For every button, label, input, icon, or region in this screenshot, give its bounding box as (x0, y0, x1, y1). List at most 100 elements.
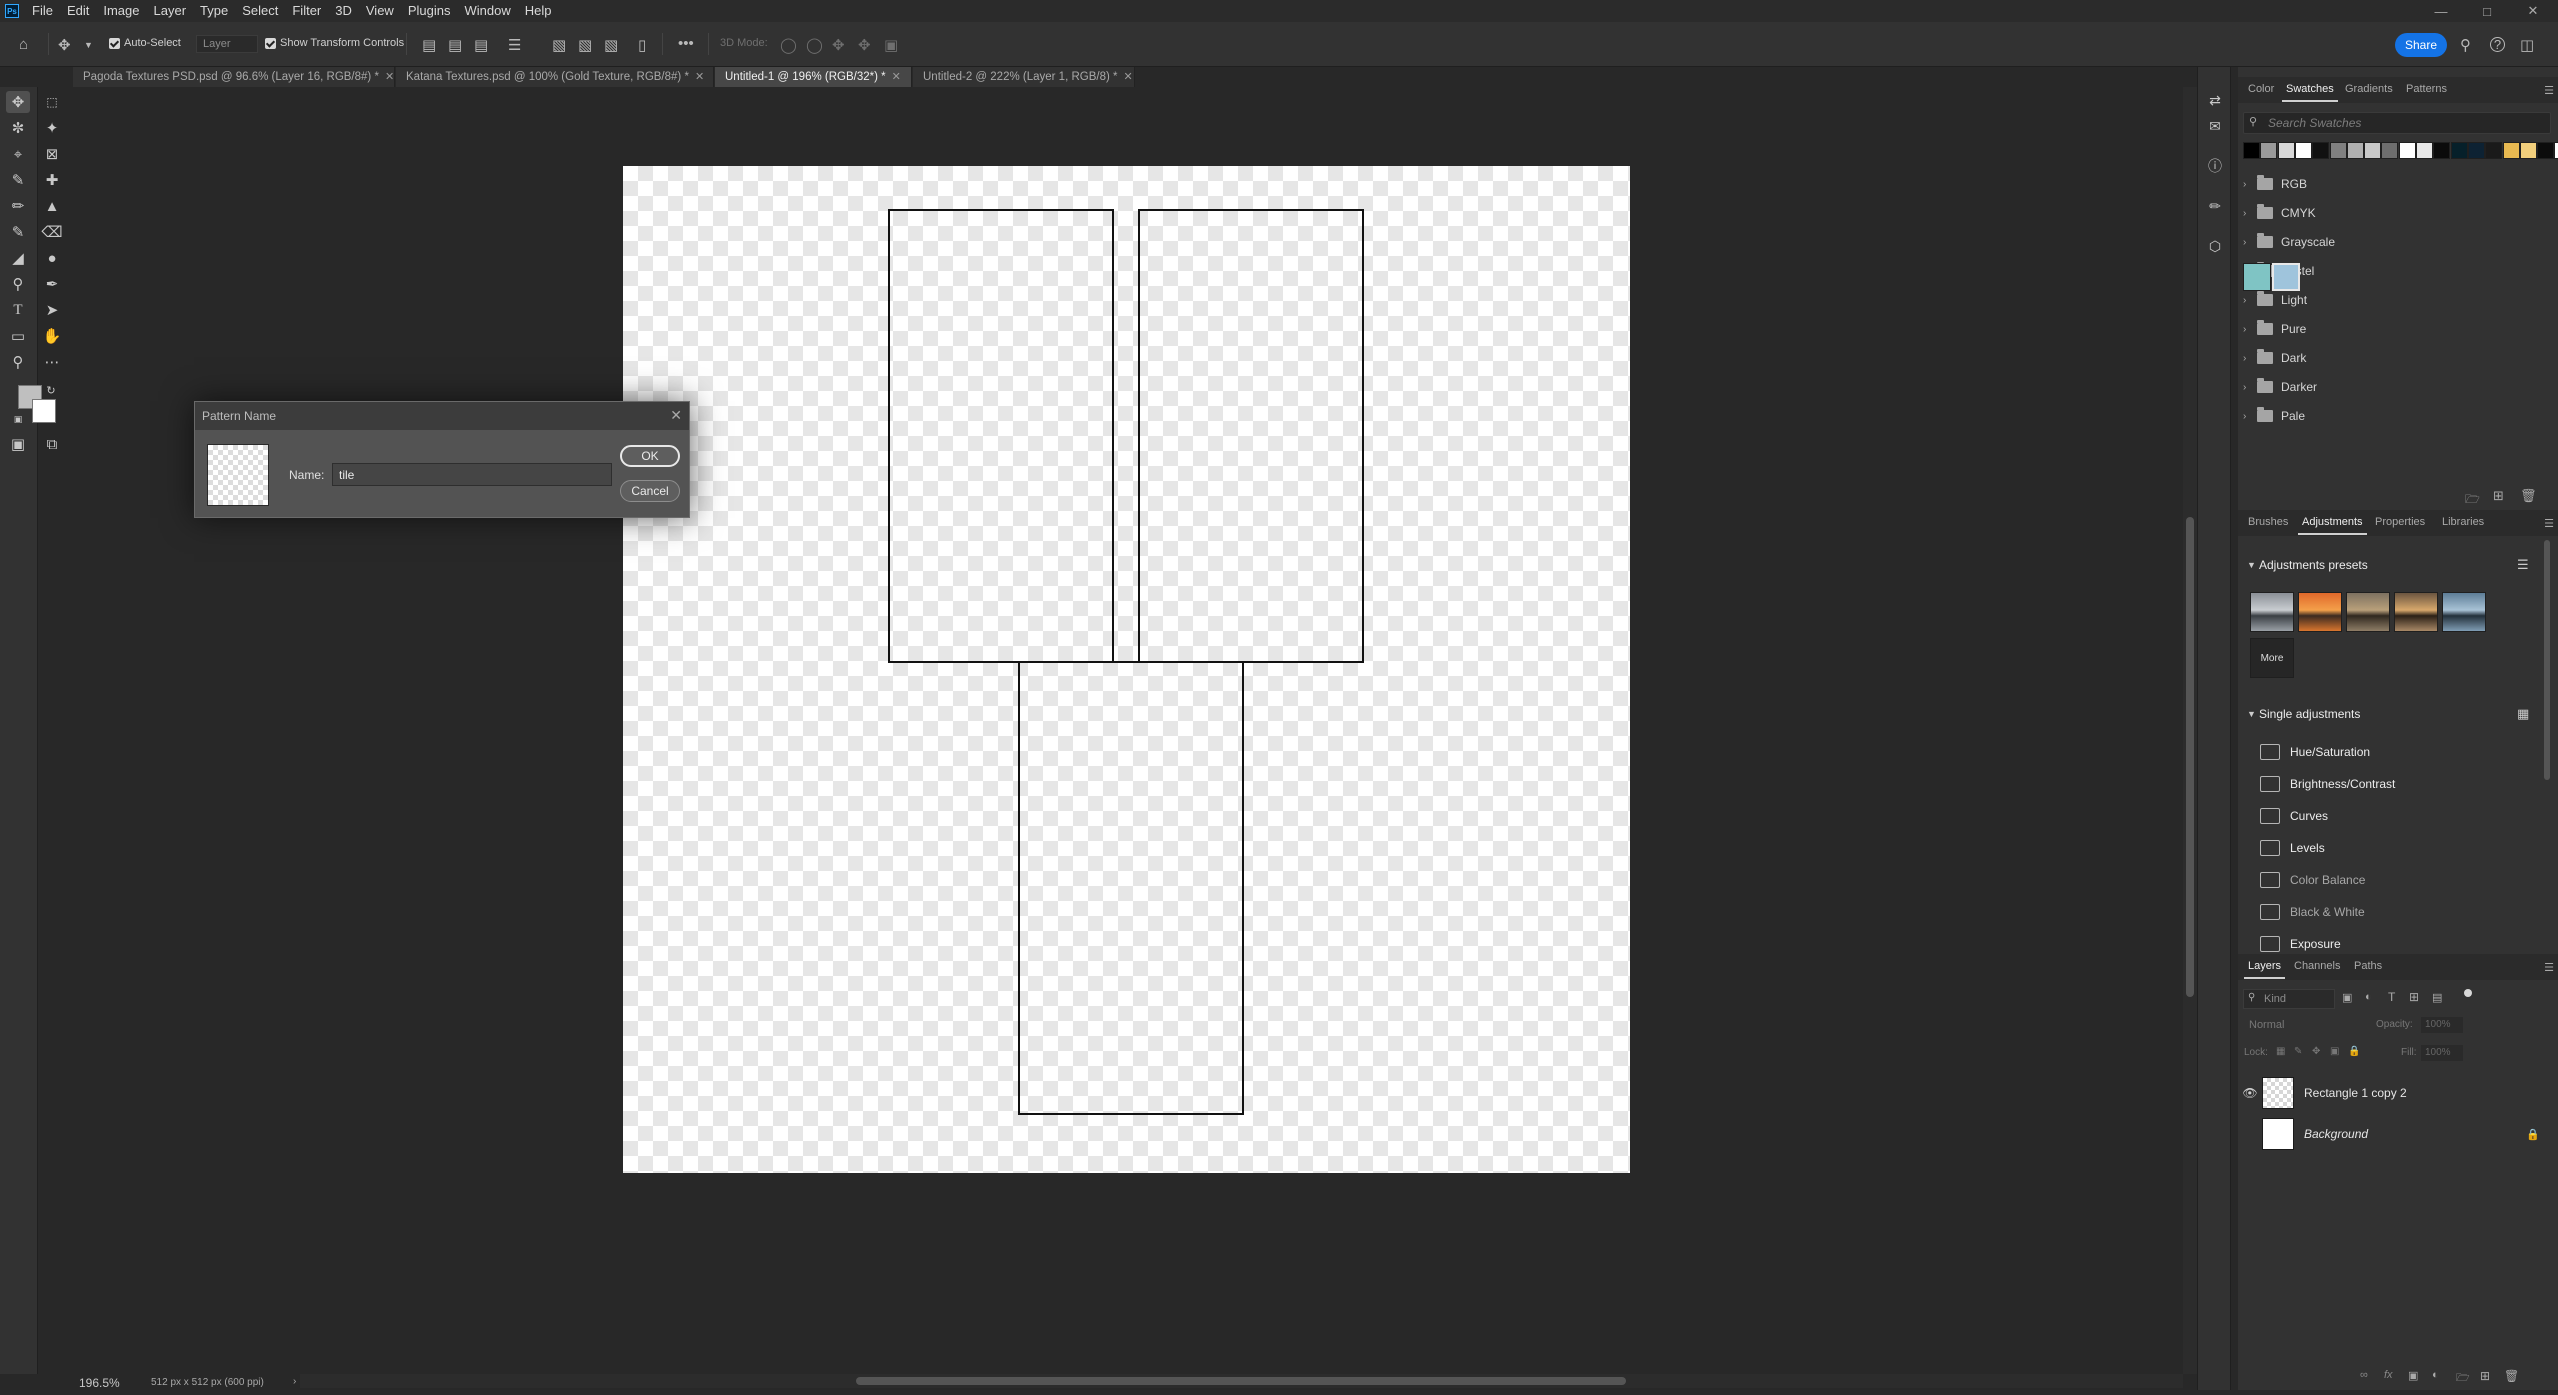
filter-pixel-icon[interactable]: ▣ (2342, 991, 2352, 1004)
document-canvas[interactable] (623, 166, 1630, 1173)
close-tab-icon[interactable]: ✕ (695, 71, 704, 83)
paint-bucket-tool-icon[interactable]: ◢ (6, 247, 30, 269)
eraser-tool-icon[interactable]: ⌫ (40, 221, 64, 243)
brush-tool-icon[interactable]: ✏ (6, 195, 30, 217)
tab-color[interactable]: Color (2248, 83, 2274, 95)
search-swatches-input[interactable]: Search Swatches (2243, 112, 2551, 134)
layer-name[interactable]: Rectangle 1 copy 2 (2304, 1086, 2407, 1100)
history-icon[interactable]: ⇄ (2206, 91, 2224, 109)
distribute-vertical-icon[interactable]: ▯ (638, 36, 646, 54)
tab-brushes[interactable]: Brushes (2248, 516, 2288, 528)
rectangle-shape[interactable] (1138, 209, 1364, 663)
swatch-color[interactable] (2467, 142, 2485, 159)
align-left-icon[interactable]: ▤ (422, 36, 436, 54)
crop-tool-icon[interactable]: ⌖ (6, 143, 30, 165)
menu-edit[interactable]: Edit (60, 0, 96, 22)
swatch-color[interactable] (2294, 142, 2312, 159)
preset-thumbnail[interactable] (2346, 592, 2390, 632)
eye-visibility-icon[interactable]: 👁 (2238, 1086, 2262, 1100)
adjustments-scrollbar[interactable] (2544, 540, 2550, 780)
lock-transparent-icon[interactable]: ▦ (2276, 1046, 2285, 1057)
swatch-color[interactable] (2260, 142, 2278, 159)
adjustment-item[interactable]: Curves (2260, 806, 2328, 826)
more-presets-button[interactable]: More (2250, 638, 2294, 678)
grid-view-icon[interactable]: ▦ (2517, 706, 2529, 722)
panel-menu-icon[interactable]: ☰ (2544, 517, 2554, 530)
menu-layer[interactable]: Layer (147, 0, 194, 22)
maximize-icon[interactable]: □ (2464, 0, 2510, 22)
add-mask-icon[interactable]: ▣ (2408, 1369, 2418, 1382)
align-top-icon[interactable]: ▧ (552, 36, 566, 54)
swatch-group-grayscale[interactable]: › Grayscale (2243, 228, 2553, 256)
chevron-right-icon[interactable]: › (2243, 382, 2255, 393)
tab-patterns[interactable]: Patterns (2406, 83, 2447, 95)
lock-pixels-icon[interactable]: ✎ (2294, 1046, 2302, 1057)
move-tool-icon[interactable]: ✥ (6, 91, 30, 113)
background-color-swatch[interactable] (32, 399, 56, 423)
panel-menu-icon[interactable]: ☰ (2544, 84, 2554, 97)
layer-kind-filter[interactable]: Kind (2243, 989, 2335, 1009)
tab-adjustments[interactable]: Adjustments (2298, 516, 2367, 535)
layer-name[interactable]: Background (2304, 1127, 2368, 1141)
chevron-right-icon[interactable]: › (2243, 324, 2255, 335)
default-colors-icon[interactable]: ▣ (12, 413, 24, 425)
swatch-group-dark[interactable]: › Dark (2243, 344, 2553, 372)
blur-tool-icon[interactable]: ● (40, 247, 64, 269)
lasso-tool-icon[interactable]: ✼ (6, 117, 30, 139)
magic-wand-tool-icon[interactable]: ✦ (40, 117, 64, 139)
quick-mask-icon[interactable]: ▣ (6, 433, 30, 455)
status-chevron-icon[interactable]: › (293, 1376, 296, 1387)
zoom-level[interactable]: 196.5% (79, 1376, 120, 1390)
marquee-tool-icon[interactable]: ⬚ (40, 91, 64, 113)
filter-shape-icon[interactable]: ⊞ (2409, 990, 2419, 1004)
help-icon[interactable]: ? (2490, 37, 2505, 52)
menu-filter[interactable]: Filter (285, 0, 328, 22)
tool-preset-chevron-icon[interactable]: ▼ (84, 40, 93, 50)
tab-properties[interactable]: Properties (2375, 516, 2425, 528)
menu-image[interactable]: Image (96, 0, 146, 22)
swatch-color[interactable] (2485, 142, 2503, 159)
list-view-icon[interactable]: ☰ (2517, 557, 2529, 573)
swatch-color[interactable] (2381, 142, 2399, 159)
info-icon[interactable]: ⓘ (2206, 157, 2224, 175)
swatch-color[interactable] (2519, 142, 2537, 159)
menu-type[interactable]: Type (193, 0, 235, 22)
menu-help[interactable]: Help (518, 0, 559, 22)
chevron-right-icon[interactable]: › (2243, 208, 2255, 219)
lock-artboard-icon[interactable]: ▣ (2330, 1046, 2339, 1057)
doc-tab-untitled-1[interactable]: Untitled-1 @ 196% (RGB/32*) * ✕ (715, 67, 912, 87)
close-tab-icon[interactable]: ✕ (1123, 71, 1132, 83)
swatch-color[interactable] (2537, 142, 2555, 159)
more-options-icon[interactable]: ••• (678, 35, 694, 52)
chevron-right-icon[interactable]: › (2243, 295, 2255, 306)
vertical-scroll-thumb[interactable] (2186, 517, 2194, 997)
fx-icon[interactable]: fx (2384, 1369, 2393, 1381)
path-selection-tool-icon[interactable]: ➤ (40, 299, 64, 321)
tab-channels[interactable]: Channels (2294, 960, 2340, 972)
home-icon[interactable]: ⌂ (19, 36, 28, 53)
swap-colors-icon[interactable]: ↻ (44, 383, 58, 397)
adjustment-item[interactable]: Brightness/Contrast (2260, 774, 2395, 794)
link-layers-icon[interactable]: ∞ (2360, 1369, 2368, 1381)
chevron-right-icon[interactable]: › (2243, 411, 2255, 422)
fill-input[interactable]: 100% (2421, 1045, 2463, 1061)
brush-settings-icon[interactable]: ✏ (2206, 197, 2224, 215)
minimize-icon[interactable]: — (2418, 0, 2464, 22)
doc-tab-pagoda[interactable]: Pagoda Textures PSD.psd @ 96.6% (Layer 1… (73, 67, 395, 87)
show-transform-checkbox[interactable] (265, 38, 276, 49)
pen-tool-icon[interactable]: ✒ (40, 273, 64, 295)
swatch-color[interactable] (2312, 142, 2330, 159)
zoom-tool-icon[interactable]: ⚲ (6, 351, 30, 373)
swatch-color[interactable] (2346, 142, 2364, 159)
workspace-icon[interactable]: ◫ (2520, 36, 2534, 54)
horizontal-scroll-thumb[interactable] (856, 1377, 1626, 1385)
stamp-tool-icon[interactable]: ▲ (40, 195, 64, 217)
align-right-icon[interactable]: ▤ (474, 36, 488, 54)
swatch-group-pale[interactable]: › Pale (2243, 402, 2553, 430)
tab-libraries[interactable]: Libraries (2442, 516, 2484, 528)
cancel-button[interactable]: Cancel (620, 480, 680, 502)
swatch-group-pure[interactable]: › Pure (2243, 315, 2553, 343)
new-swatch-icon[interactable]: ⊞ (2493, 488, 2504, 504)
swatch-color[interactable] (2364, 142, 2382, 159)
preset-thumbnail[interactable] (2250, 592, 2294, 632)
